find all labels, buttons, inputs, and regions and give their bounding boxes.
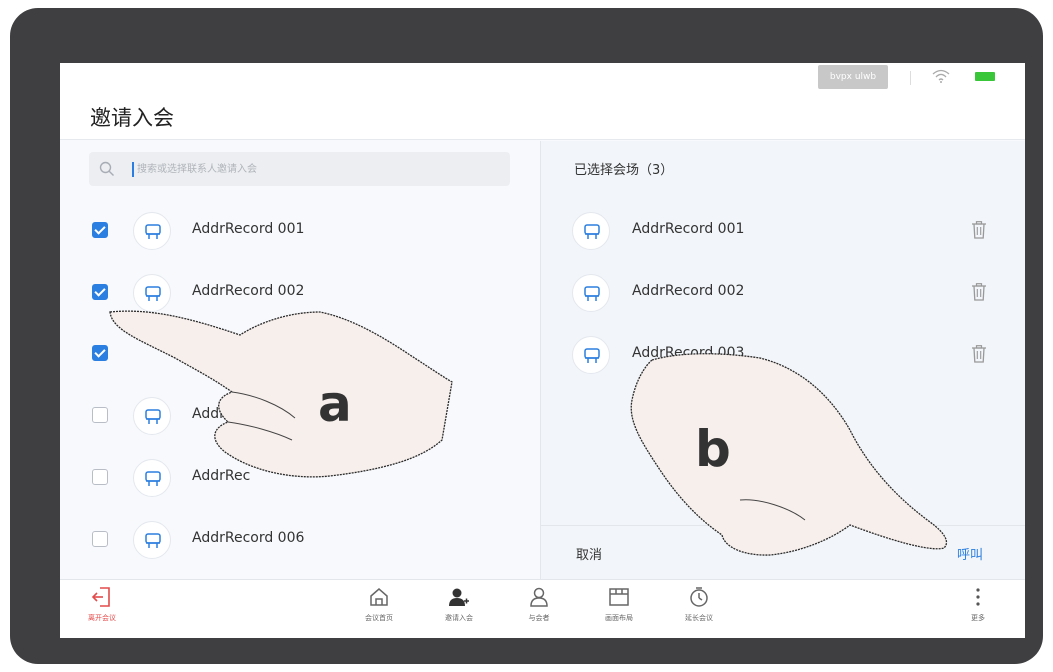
exit-icon	[91, 587, 110, 607]
contact-checkbox[interactable]	[92, 407, 108, 423]
contact-name: AddrRecord 002	[192, 283, 305, 299]
call-button[interactable]: 呼叫	[957, 544, 983, 563]
meeting-room-icon	[145, 409, 161, 424]
meeting-room-icon	[584, 224, 600, 239]
contact-name: AddrRecord 006	[192, 530, 305, 546]
contact-row[interactable]: AddrRecord 001	[60, 206, 540, 256]
title-bar: 邀请入会	[60, 95, 1025, 140]
home-icon	[370, 588, 388, 606]
toolbar-label: 邀请入会	[445, 614, 473, 622]
invite-button[interactable]: 邀请入会	[429, 586, 489, 632]
avatar	[133, 397, 171, 435]
contact-list-panel: AddrRecord 001 AddrRecord 002 Addr	[60, 141, 540, 579]
selection-footer: 取消 呼叫	[541, 525, 1025, 579]
timer-icon	[690, 587, 708, 607]
meeting-room-icon	[584, 348, 600, 363]
wifi-icon	[932, 69, 950, 83]
tablet-frame: bvpx ulwb 邀请入会 搜索或选择联系人邀请入会 AddrRecord 0…	[10, 8, 1043, 664]
selected-row: AddrRecord 001	[541, 206, 1025, 256]
contact-checkbox[interactable]	[92, 531, 108, 547]
screen: bvpx ulwb 邀请入会 搜索或选择联系人邀请入会 AddrRecord 0…	[60, 63, 1025, 638]
contact-checkbox[interactable]	[92, 284, 108, 300]
meeting-room-icon	[584, 286, 600, 301]
selected-name: AddrRecord 001	[632, 221, 745, 237]
trash-icon[interactable]	[971, 221, 987, 239]
extend-meeting-button[interactable]: 延长会议	[669, 586, 729, 632]
more-button[interactable]: 更多	[948, 586, 1008, 632]
step-label-b: b	[695, 420, 731, 478]
selected-count-title: 已选择会场（3）	[574, 163, 674, 178]
layout-button[interactable]: 画面布局	[589, 586, 649, 632]
toolbar-label: 画面布局	[605, 614, 633, 622]
layout-icon	[609, 588, 629, 606]
participants-button[interactable]: 与会者	[509, 586, 569, 632]
contact-row[interactable]: Addr	[60, 391, 540, 441]
meeting-room-icon	[145, 533, 161, 548]
cancel-button[interactable]: 取消	[576, 544, 602, 563]
meeting-room-icon	[145, 471, 161, 486]
contact-row[interactable]: AddrRec	[60, 453, 540, 503]
toolbar-label: 会议首页	[365, 614, 393, 622]
leave-meeting-button[interactable]: 离开会议	[72, 586, 132, 632]
toolbar-label: 延长会议	[685, 614, 713, 622]
battery-icon	[975, 72, 995, 81]
more-vertical-icon	[976, 588, 980, 606]
meeting-home-button[interactable]: 会议首页	[349, 586, 409, 632]
add-user-icon	[449, 588, 469, 606]
contact-name: Addr	[192, 406, 225, 422]
contact-name: AddrRec	[192, 468, 251, 484]
text-cursor	[132, 162, 134, 177]
contact-name: AddrRecord 001	[192, 221, 305, 237]
avatar	[133, 459, 171, 497]
toolbar-label: 离开会议	[88, 614, 116, 622]
contact-checkbox[interactable]	[92, 222, 108, 238]
status-bar: bvpx ulwb	[60, 63, 1025, 95]
contact-row[interactable]: AddrRecord 006	[60, 515, 540, 565]
avatar	[572, 274, 610, 312]
selected-name: AddrRecord 002	[632, 283, 745, 299]
search-icon	[99, 161, 114, 176]
contact-row[interactable]	[60, 329, 540, 379]
toolbar-label: 更多	[971, 614, 985, 622]
meeting-room-icon	[145, 224, 161, 239]
trash-icon[interactable]	[971, 345, 987, 363]
user-icon	[530, 587, 548, 607]
trash-icon[interactable]	[971, 283, 987, 301]
selected-row: AddrRecord 003	[541, 330, 1025, 380]
status-chip: bvpx ulwb	[818, 65, 888, 89]
toolbar-label: 与会者	[528, 614, 550, 622]
status-divider	[910, 71, 911, 85]
step-label-a: a	[318, 375, 352, 433]
contact-row[interactable]: AddrRecord 002	[60, 268, 540, 318]
page-title: 邀请入会	[90, 106, 174, 130]
avatar	[572, 336, 610, 374]
bottom-toolbar: 离开会议 会议首页 邀请入会 与会者 画面布局 延长会议 更多	[60, 579, 1025, 638]
avatar	[133, 274, 171, 312]
selected-name: AddrRecord 003	[632, 345, 745, 361]
meeting-room-icon	[145, 286, 161, 301]
selected-panel: 已选择会场（3） AddrRecord 001 AddrRecord 002 A…	[541, 141, 1025, 579]
contact-checkbox[interactable]	[92, 469, 108, 485]
selected-row: AddrRecord 002	[541, 268, 1025, 318]
avatar	[133, 521, 171, 559]
search-box[interactable]	[89, 152, 510, 186]
avatar	[572, 212, 610, 250]
avatar	[133, 212, 171, 250]
contact-checkbox[interactable]	[92, 345, 108, 361]
search-input[interactable]	[137, 152, 497, 186]
